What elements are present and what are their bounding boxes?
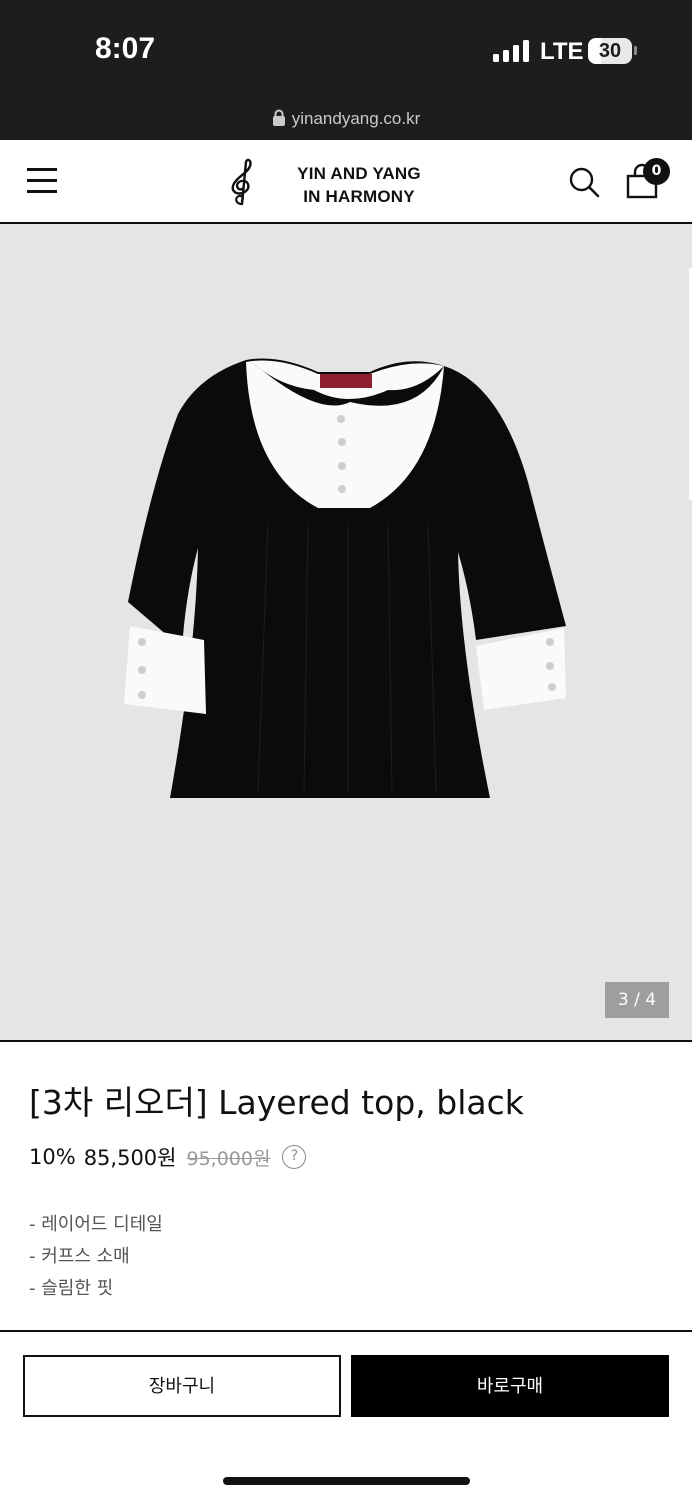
product-image[interactable] <box>118 352 574 804</box>
site-header: YIN AND YANG IN HARMONY <box>0 140 692 224</box>
signal-icon <box>493 40 529 62</box>
url-text: yinandyang.co.kr <box>291 109 421 128</box>
treble-clef-logo <box>231 158 252 206</box>
status-bar: 8:07 LTE 30 yinandyang.co.kr <box>0 0 692 140</box>
battery-tip <box>634 46 637 55</box>
original-price: 95,000원 <box>186 1147 271 1170</box>
url-bar[interactable]: yinandyang.co.kr <box>0 109 692 129</box>
lock-icon <box>272 109 285 126</box>
sale-price: 85,500원 <box>83 1146 177 1170</box>
home-indicator <box>223 1477 470 1485</box>
description-item: - 슬림한 핏 <box>29 1278 114 1299</box>
battery-icon: 30 <box>588 38 632 64</box>
battery-level: 30 <box>598 40 622 62</box>
site-logo[interactable]: YIN AND YANG IN HARMONY <box>222 158 432 208</box>
help-icon[interactable]: ? <box>282 1145 307 1169</box>
description-item: - 커프스 소매 <box>29 1246 130 1267</box>
product-title: [3차 리오더] Layered top, black <box>29 1083 524 1122</box>
product-description: - 레이어드 디테일 - 커프스 소매 - 슬림한 핏 <box>29 1209 163 1305</box>
logo-line-2: IN HARMONY <box>303 187 415 206</box>
buy-now-button[interactable]: 바로구매 <box>351 1355 669 1417</box>
divider <box>0 1330 692 1332</box>
search-icon[interactable] <box>568 166 600 198</box>
price-row: 10% 85,500원 95,000원 ? <box>29 1143 307 1171</box>
image-counter: 3 / 4 <box>605 982 669 1018</box>
cart-count-badge: 0 <box>643 158 670 185</box>
discount-rate: 10% <box>29 1145 76 1169</box>
description-item: - 레이어드 디테일 <box>29 1214 163 1235</box>
add-to-cart-button[interactable]: 장바구니 <box>23 1355 341 1417</box>
menu-icon[interactable] <box>27 168 57 193</box>
logo-text: YIN AND YANG IN HARMONY <box>284 162 434 208</box>
logo-line-1: YIN AND YANG <box>297 164 421 183</box>
status-time: 8:07 <box>95 32 156 65</box>
network-label: LTE <box>540 38 584 65</box>
